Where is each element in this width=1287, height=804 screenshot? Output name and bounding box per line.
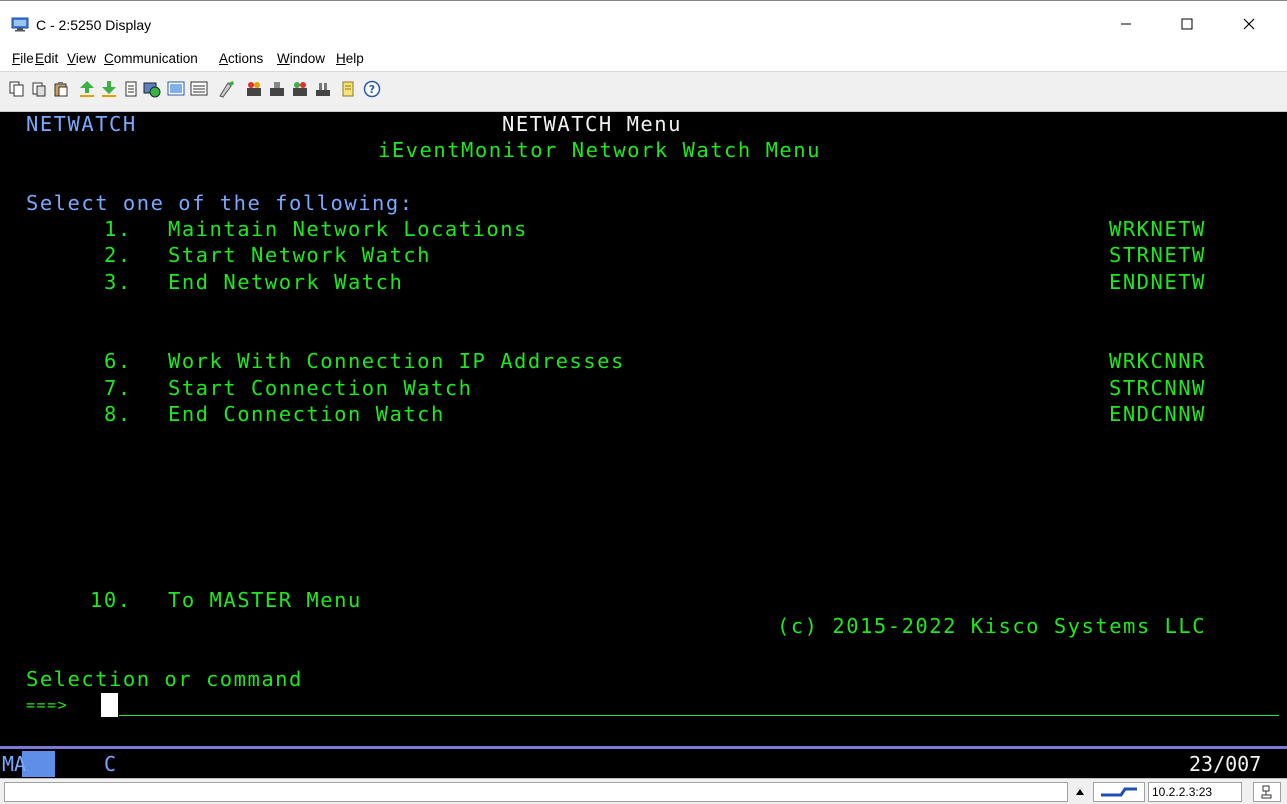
operator-information-area: MA C 23/007 [0, 749, 1287, 778]
notes-button[interactable] [339, 80, 357, 98]
status-message-field [4, 782, 1068, 802]
option-command: WRKCNNR [1109, 349, 1206, 373]
connection-icon [1101, 787, 1137, 797]
option-command: ENDCNNW [1109, 402, 1206, 426]
option-number: 2. [104, 243, 132, 267]
customize-keyboard-icon [219, 81, 234, 98]
connection-status [1093, 782, 1145, 802]
option-label[interactable]: To MASTER Menu [168, 587, 362, 613]
data-transfer-icon [247, 82, 261, 96]
record-macro-button[interactable] [167, 80, 185, 98]
system-label: NETWATCH [26, 112, 137, 136]
menu-bar: File Edit View Communication Actions Win… [0, 46, 1287, 72]
option-number: 10. [90, 588, 132, 612]
print-screen-button[interactable] [122, 80, 140, 98]
receive-file-button[interactable] [100, 80, 118, 98]
option-label[interactable]: Start Connection Watch [168, 375, 473, 401]
toolbar: ? [0, 72, 1287, 112]
close-icon [1243, 18, 1255, 30]
minimize-icon [1121, 23, 1131, 25]
paste-icon [54, 82, 68, 97]
window-title: C - 2:5250 Display [36, 17, 152, 33]
maximize-icon [1181, 18, 1193, 30]
receive-data-icon [270, 82, 284, 96]
option-label[interactable]: Work With Connection IP Addresses [168, 348, 625, 374]
triangle-up-icon[interactable] [1075, 788, 1085, 796]
menu-window[interactable]: Window [277, 51, 325, 66]
option-number: 3. [104, 270, 132, 294]
session-indicator: C [104, 752, 117, 776]
command-input-underline [119, 715, 1279, 716]
play-macro-icon [190, 81, 208, 96]
send-data-icon [293, 82, 307, 96]
command-label: Selection or command [26, 667, 303, 691]
terminal-screen[interactable]: NETWATCH NETWATCH Menu iEventMonitor Net… [0, 112, 1287, 746]
option-number: 1. [104, 217, 132, 241]
play-macro-button[interactable] [190, 80, 208, 98]
macro-button[interactable] [143, 80, 161, 98]
network-icon [1261, 785, 1272, 799]
option-number: 7. [104, 376, 132, 400]
send-file-button[interactable] [78, 80, 96, 98]
notes-icon [342, 81, 354, 97]
copy-append-button[interactable] [30, 80, 48, 98]
close-button[interactable] [1226, 9, 1272, 39]
paste-button[interactable] [52, 80, 70, 98]
minimize-button[interactable] [1103, 9, 1149, 39]
menu-edit[interactable]: Edit [35, 51, 58, 66]
run-icon [316, 83, 330, 96]
command-arrow: ===> [26, 696, 69, 714]
option-command: STRCNNW [1109, 376, 1206, 400]
send-file-icon [80, 81, 94, 97]
menu-view[interactable]: View [67, 51, 96, 66]
help-icon: ? [363, 80, 381, 98]
print-screen-icon [125, 81, 137, 97]
menu-help[interactable]: Help [336, 51, 364, 66]
svg-text:?: ? [369, 83, 375, 96]
macro-icon [143, 82, 161, 98]
record-macro-icon [167, 81, 185, 96]
data-transfer-button[interactable] [245, 80, 263, 98]
option-label[interactable]: Maintain Network Locations [168, 216, 528, 242]
run-button[interactable] [314, 80, 332, 98]
menu-title: NETWATCH Menu [502, 112, 682, 136]
menu-actions[interactable]: Actions [219, 51, 263, 66]
option-number: 8. [104, 402, 132, 426]
option-command: ENDNETW [1109, 270, 1206, 294]
cursor-position: 23/007 [1189, 752, 1262, 776]
copy-icon [9, 81, 24, 97]
copyright-text: (c) 2015-2022 Kisco Systems LLC [777, 614, 1207, 638]
option-command: STRNETW [1109, 243, 1206, 267]
send-data-button[interactable] [291, 80, 309, 98]
mode-indicator-bg [22, 751, 55, 777]
option-label[interactable]: End Network Watch [168, 269, 403, 295]
option-label[interactable]: End Connection Watch [168, 401, 445, 427]
mode-indicator: MA [2, 752, 27, 776]
menu-file[interactable]: File [12, 51, 34, 66]
customize-keyboard-button[interactable] [218, 80, 236, 98]
option-command: WRKNETW [1109, 217, 1206, 241]
help-button[interactable]: ? [363, 80, 381, 98]
copy-button[interactable] [8, 80, 26, 98]
text-cursor [101, 693, 118, 717]
menu-subtitle: iEventMonitor Network Watch Menu [378, 138, 821, 162]
copy-append-icon [32, 82, 46, 97]
ip-address: 10.2.2.3:23 [1148, 782, 1242, 802]
option-number: 6. [104, 349, 132, 373]
status-bar: 10.2.2.3:23 [0, 778, 1287, 804]
receive-file-icon [102, 81, 116, 97]
selection-prompt: Select one of the following: [26, 191, 414, 215]
monitor-icon [11, 17, 29, 32]
resize-grip[interactable] [1253, 782, 1281, 802]
option-label[interactable]: Start Network Watch [168, 242, 431, 268]
receive-data-button[interactable] [268, 80, 286, 98]
title-bar: C - 2:5250 Display [0, 0, 1287, 46]
menu-communication[interactable]: Communication [104, 51, 198, 66]
maximize-button[interactable] [1164, 9, 1210, 39]
